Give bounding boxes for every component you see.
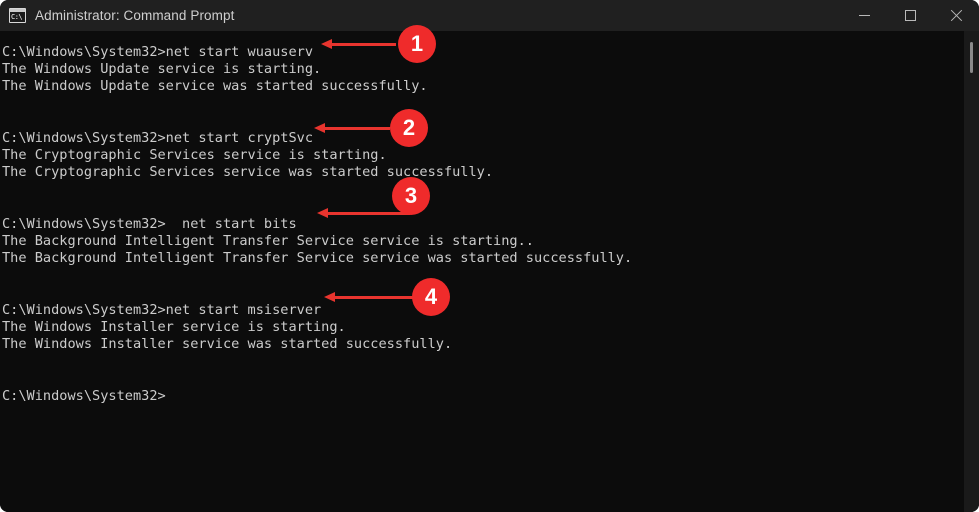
maximize-icon <box>904 10 916 21</box>
annotation-badge-1: 1 <box>398 25 436 63</box>
icon-prompt-glyph: C:\ <box>11 13 23 21</box>
command-prompt-window: C:\ Administrator: Command Prompt C:\Win… <box>0 0 979 512</box>
title-bar[interactable]: C:\ Administrator: Command Prompt <box>0 0 979 31</box>
close-button[interactable] <box>933 0 979 31</box>
annotation-badge-4: 4 <box>412 278 450 316</box>
arrow-shaft-1 <box>331 43 396 46</box>
annotation-badge-3: 3 <box>392 177 430 215</box>
console-text: C:\Windows\System32>net start wuauserv T… <box>2 44 633 405</box>
minimize-button[interactable] <box>841 0 887 31</box>
scrollbar-thumb[interactable] <box>970 42 973 73</box>
maximize-button[interactable] <box>887 0 933 31</box>
window-title: Administrator: Command Prompt <box>35 8 235 23</box>
arrow-shaft-3 <box>327 212 410 215</box>
annotation-badge-2: 2 <box>390 109 428 147</box>
console-output-area[interactable]: C:\Windows\System32>net start wuauserv T… <box>0 31 979 512</box>
arrow-shaft-4 <box>334 296 420 299</box>
command-prompt-icon: C:\ <box>9 8 26 23</box>
arrow-shaft-2 <box>324 127 390 130</box>
vertical-scrollbar[interactable] <box>964 31 979 512</box>
close-icon <box>950 9 963 22</box>
minimize-icon <box>858 15 870 16</box>
